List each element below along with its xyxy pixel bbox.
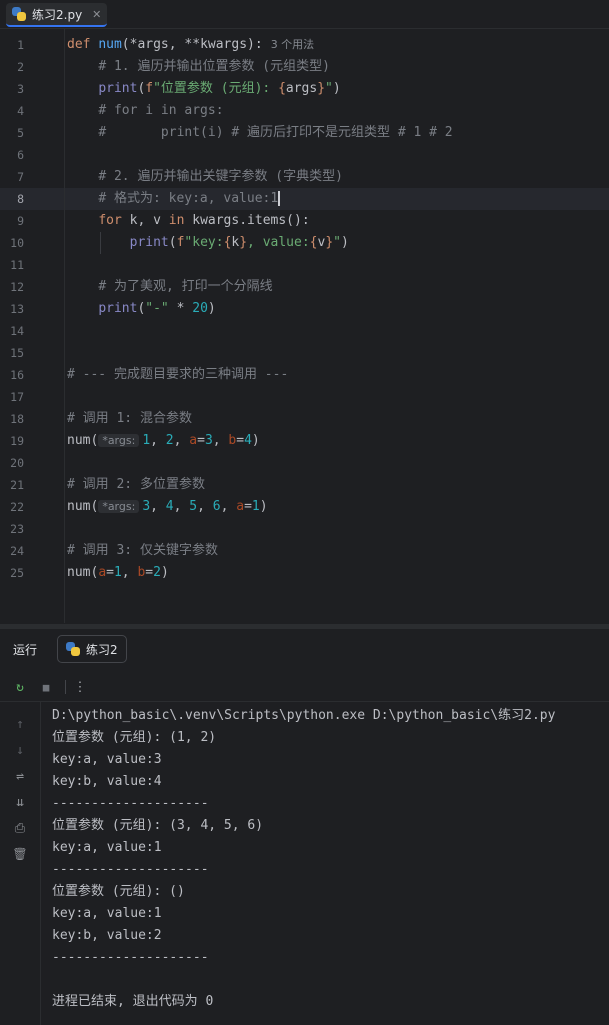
run-side-toolbar: ↑ ↓ ⇌ ⇊ ⎙ 🗑 [0,702,41,1025]
text-caret [278,191,280,206]
line-number: 13 [10,302,24,316]
code-line-5: # print(i) # 遍历后打印不是元组类型 # 1 # 2 [98,125,453,140]
line-number: 12 [10,280,24,294]
code-line-24: # 调用 3: 仅关键字参数 [67,543,218,558]
line-number: 6 [17,148,24,162]
param-inlay-hint: *args: [98,500,140,513]
code-line-12: # 为了美观, 打印一个分隔线 [98,279,273,294]
code-line-19: num(*args: 1, 2, a=3, b=4) [67,433,260,448]
print-icon[interactable]: ⎙ [10,818,30,838]
soft-wrap-icon[interactable]: ⇌ [10,766,30,786]
line-number: 9 [17,214,24,228]
code-line-7: # 2. 遍历并输出关键字参数 (字典类型) [98,169,343,184]
line-number: 19 [10,434,24,448]
line-number: 10 [10,236,24,250]
code-line-2: # 1. 遍历并输出位置参数 (元组类型) [98,59,330,74]
line-number: 17 [10,390,24,404]
console-line: key:a, value:1 [52,840,162,855]
console-line: 进程已结束, 退出代码为 0 [52,994,214,1009]
editor-tab-bar: 练习2.py ✕ [0,0,609,29]
python-file-icon [12,7,26,21]
arrow-up-icon[interactable]: ↑ [10,714,30,734]
editor-tab-file[interactable]: 练习2.py ✕ [6,3,108,27]
code-line-21: # 调用 2: 多位置参数 [67,477,205,492]
console-line: key:b, value:4 [52,774,162,789]
line-number: 16 [10,368,24,382]
console-line: 位置参数 (元组): (1, 2) [52,730,217,745]
line-number: 25 [10,566,24,580]
trash-icon[interactable]: 🗑 [10,844,30,864]
line-number: 21 [10,478,24,492]
arrow-down-icon[interactable]: ↓ [10,740,30,760]
stop-icon[interactable]: ■ [36,677,56,697]
run-config-tab[interactable]: 练习2 [57,635,127,663]
line-number: 4 [17,104,24,118]
code-line-1: def num(*args, **kwargs): 3 个用法 [67,37,315,52]
console-line: -------------------- [52,950,209,965]
line-number: 20 [10,456,24,470]
run-tool-window: 运行 练习2 ↻ ■ ⋮ ↑ ↓ ⇌ ⇊ ⎙ 🗑 D:\python_basic… [0,629,609,1025]
line-number: 5 [17,126,24,140]
line-number-gutter: 1 2 3 4 5 6 7 8 9 10 11 12 13 14 15 16 17 18 19 20 21 22 23 24 2… [0,29,40,623]
code-line-9: for k, v in kwargs.items(): [98,213,310,228]
toolbar-divider [65,680,66,694]
code-line-16: # --- 完成题目要求的三种调用 --- [67,367,289,382]
line-number: 24 [10,544,24,558]
console-output[interactable]: D:\python_basic\.venv\Scripts\python.exe… [52,705,555,1013]
code-line-22: num(*args: 3, 4, 5, 6, a=1) [67,499,268,514]
line-number: 18 [10,412,24,426]
line-number: 1 [17,38,24,52]
line-number: 14 [10,324,24,338]
code-line-8: # 格式为: key:a, value:1 [98,191,280,206]
python-file-icon [66,642,80,656]
console-line: -------------------- [52,796,209,811]
more-options-icon[interactable]: ⋮ [70,677,90,697]
scroll-to-end-icon[interactable]: ⇊ [10,792,30,812]
code-line-10: print(f"key:{k}, value:{v}") [129,235,349,250]
line-number: 2 [17,60,24,74]
usages-hint[interactable]: 3 个用法 [271,38,315,51]
code-line-3: print(f"位置参数 (元组): {args}") [98,81,341,96]
line-number: 15 [10,346,24,360]
console-line: key:a, value:1 [52,906,162,921]
code-line-4: # for i in args: [98,103,224,118]
console-line: -------------------- [52,862,209,877]
line-number: 11 [10,258,24,272]
gutter-separator [64,29,65,623]
code-line-25: num(a=1, b=2) [67,565,169,580]
console-line: D:\python_basic\.venv\Scripts\python.exe… [52,708,556,723]
line-number: 7 [17,170,24,184]
param-inlay-hint: *args: [98,434,140,447]
code-line-13: print("-" * 20) [98,301,216,316]
editor-tab-label: 练习2.py [32,7,83,22]
code-line-18: # 调用 1: 混合参数 [67,411,192,426]
console-line: key:b, value:2 [52,928,162,943]
line-number: 3 [17,82,24,96]
console-line: key:a, value:3 [52,752,162,767]
line-number: 8 [17,192,24,206]
code-editor[interactable]: 1 2 3 4 5 6 7 8 9 10 11 12 13 14 15 16 17 18 19 20 21 22 23 24 2… [0,29,609,623]
run-panel-title: 运行 [13,643,38,657]
console-line: 位置参数 (元组): (3, 4, 5, 6) [52,818,264,833]
close-tab-icon[interactable]: ✕ [92,8,101,21]
run-toolbar: ↻ ■ ⋮ [0,673,609,702]
line-number: 23 [10,522,24,536]
run-config-tab-label: 练习2 [86,642,118,657]
rerun-icon[interactable]: ↻ [10,677,30,697]
console-line: 位置参数 (元组): () [52,884,185,899]
line-number: 22 [10,500,24,514]
run-header: 运行 练习2 [0,629,609,669]
